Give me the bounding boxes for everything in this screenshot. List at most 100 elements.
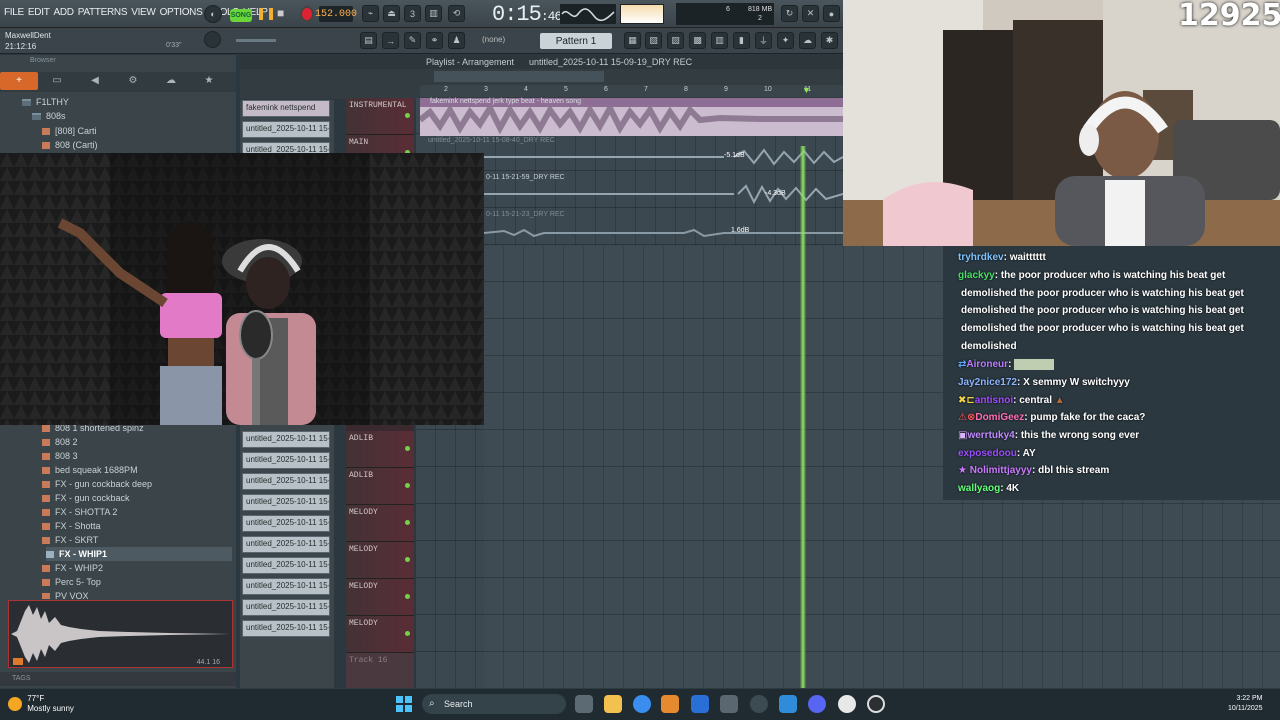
- track-header[interactable]: Track 16: [346, 653, 414, 690]
- timeline-ruler[interactable]: 2 3 4 5 6 7 8 9 10 11 ▼: [420, 85, 843, 97]
- channel-item[interactable]: untitled_2025-10-11 15-: [242, 599, 330, 616]
- pattern-none-selector[interactable]: (none): [482, 35, 505, 44]
- track-header[interactable]: MELODY: [346, 542, 414, 579]
- menu-edit[interactable]: EDIT: [28, 7, 50, 18]
- chrome-icon[interactable]: [633, 695, 651, 713]
- channel-item[interactable]: fakemink nettspend: [242, 100, 330, 117]
- menu-view[interactable]: VIEW: [131, 7, 156, 18]
- play-button[interactable]: ❚❚: [256, 6, 276, 22]
- weather-widget[interactable]: 77°F Mostly sunny: [8, 694, 74, 714]
- file-explorer-icon[interactable]: [604, 695, 622, 713]
- stamp-icon[interactable]: ♟: [448, 32, 465, 49]
- list-item[interactable]: 808 2: [42, 435, 78, 449]
- step-edit-icon[interactable]: ▥: [425, 5, 442, 22]
- system-clock-tray[interactable]: 3:22 PM 10/11/2025: [1228, 694, 1263, 714]
- list-item[interactable]: bed squeak 1688PM: [42, 463, 138, 477]
- tab-star-icon[interactable]: ★: [190, 72, 228, 90]
- menu-add[interactable]: ADD: [54, 7, 75, 18]
- tab-cloud-icon[interactable]: ☁: [152, 72, 190, 90]
- list-item[interactable]: PV VOX: [42, 589, 89, 599]
- app-icon[interactable]: [779, 695, 797, 713]
- audio-clip[interactable]: [484, 183, 844, 205]
- track-header[interactable]: ADLIB: [346, 468, 414, 505]
- media-player-icon[interactable]: [867, 695, 885, 713]
- playlist-grid[interactable]: [484, 246, 943, 688]
- list-item[interactable]: Perc 5- Top: [42, 575, 101, 589]
- tempo-display[interactable]: 152.000: [315, 6, 357, 22]
- pencil-icon[interactable]: ✎: [404, 32, 421, 49]
- mixer-icon[interactable]: ▦: [624, 32, 641, 49]
- browser-icon[interactable]: ▥: [711, 32, 728, 49]
- tree-folder[interactable]: 808s: [32, 109, 66, 123]
- playhead[interactable]: [800, 146, 806, 688]
- list-item[interactable]: [808] Carti: [42, 124, 97, 138]
- list-item[interactable]: FX - Shotta: [42, 519, 101, 533]
- sample-preview[interactable]: 44.1 16: [8, 600, 233, 668]
- list-item[interactable]: FX - SHOTTA 2: [42, 505, 117, 519]
- loop-record-icon[interactable]: ⟲: [448, 5, 465, 22]
- playhead-marker-icon[interactable]: ▼: [802, 85, 811, 95]
- plug-icon[interactable]: ⏚: [755, 32, 772, 49]
- audio-clip[interactable]: [483, 222, 843, 244]
- wait-icon[interactable]: ⏏: [383, 5, 400, 22]
- stop-button[interactable]: ■: [277, 6, 291, 22]
- app-icon[interactable]: [720, 695, 738, 713]
- countdown-icon[interactable]: 3: [404, 5, 421, 22]
- task-view-icon[interactable]: [575, 695, 593, 713]
- tab-plugins-icon[interactable]: ⚙: [114, 72, 152, 90]
- tab-all-icon[interactable]: +: [0, 72, 38, 90]
- track-header[interactable]: MELODY: [346, 505, 414, 542]
- list-item[interactable]: FX - SKRT: [42, 533, 98, 547]
- link-icon[interactable]: ⚭: [426, 32, 443, 49]
- store-icon[interactable]: [691, 695, 709, 713]
- audio-clip[interactable]: [484, 146, 844, 168]
- windows-start-icon[interactable]: [395, 695, 413, 713]
- channel-item[interactable]: untitled_2025-10-11 15-: [242, 431, 330, 448]
- list-item[interactable]: FX - WHIP2: [42, 561, 103, 575]
- channel-item[interactable]: untitled_2025-10-11 15-: [242, 557, 330, 574]
- cloud-icon[interactable]: ☁: [799, 32, 816, 49]
- tab-files-icon[interactable]: ▭: [38, 72, 76, 90]
- playlist-icon[interactable]: ▩: [689, 32, 706, 49]
- channel-item[interactable]: untitled_2025-10-11 15-: [242, 473, 330, 490]
- channel-item[interactable]: untitled_2025-10-11 15-: [242, 515, 330, 532]
- channel-item[interactable]: untitled_2025-10-11 15-: [242, 536, 330, 553]
- list-item[interactable]: 808 (Carti): [42, 138, 98, 152]
- piano-roll-icon[interactable]: ▨: [667, 32, 684, 49]
- discord-icon[interactable]: [808, 695, 826, 713]
- tree-root[interactable]: F1LTHY: [22, 95, 69, 109]
- channel-item[interactable]: untitled_2025-10-11 15-: [242, 494, 330, 511]
- settings-icon[interactable]: ✱: [821, 32, 838, 49]
- channel-item[interactable]: untitled_2025-10-11 15-: [242, 578, 330, 595]
- track-header[interactable]: ADLIB: [346, 431, 414, 468]
- arrow-icon[interactable]: →: [382, 32, 399, 49]
- channel-item[interactable]: untitled_2025-10-11 15-: [242, 121, 330, 138]
- playlist-scrollbar[interactable]: [434, 71, 604, 82]
- menu-file[interactable]: FILE: [4, 7, 24, 18]
- list-item[interactable]: 808 3: [42, 449, 78, 463]
- menu-options[interactable]: OPTIONS: [160, 7, 203, 18]
- fl-studio-icon[interactable]: [661, 695, 679, 713]
- track-header[interactable]: MELODY: [346, 616, 414, 653]
- steam-icon[interactable]: [750, 695, 768, 713]
- taskbar-search[interactable]: ⌕ Search: [422, 694, 566, 714]
- list-item[interactable]: FX - gun cockback: [42, 491, 130, 505]
- channel-rack-icon[interactable]: ▧: [645, 32, 662, 49]
- list-item[interactable]: FX - gun cockback deep: [42, 477, 152, 491]
- channel-item[interactable]: untitled_2025-10-11 15-: [242, 620, 330, 637]
- refresh-icon[interactable]: ↻: [781, 5, 798, 22]
- song-mode-button[interactable]: SONG: [230, 9, 252, 22]
- channel-item[interactable]: untitled_2025-10-11 15-: [242, 452, 330, 469]
- tab-speaker-icon[interactable]: ◀: [76, 72, 114, 90]
- audio-clip-header[interactable]: fakemink nettspend jerk type beat - heav…: [420, 98, 843, 107]
- track-header[interactable]: INSTRUMENTAL: [346, 98, 414, 135]
- track-header[interactable]: MELODY: [346, 579, 414, 616]
- master-volume-slider[interactable]: [236, 39, 276, 42]
- master-pitch-knob[interactable]: [204, 31, 221, 48]
- obs-icon[interactable]: [838, 695, 856, 713]
- close-icon[interactable]: ✕: [802, 5, 819, 22]
- tools-icon[interactable]: ✦: [777, 32, 794, 49]
- pattern-selector[interactable]: Pattern 1: [540, 33, 612, 49]
- menu-patterns[interactable]: PATTERNS: [78, 7, 128, 18]
- keyboard-icon[interactable]: ▤: [360, 32, 377, 49]
